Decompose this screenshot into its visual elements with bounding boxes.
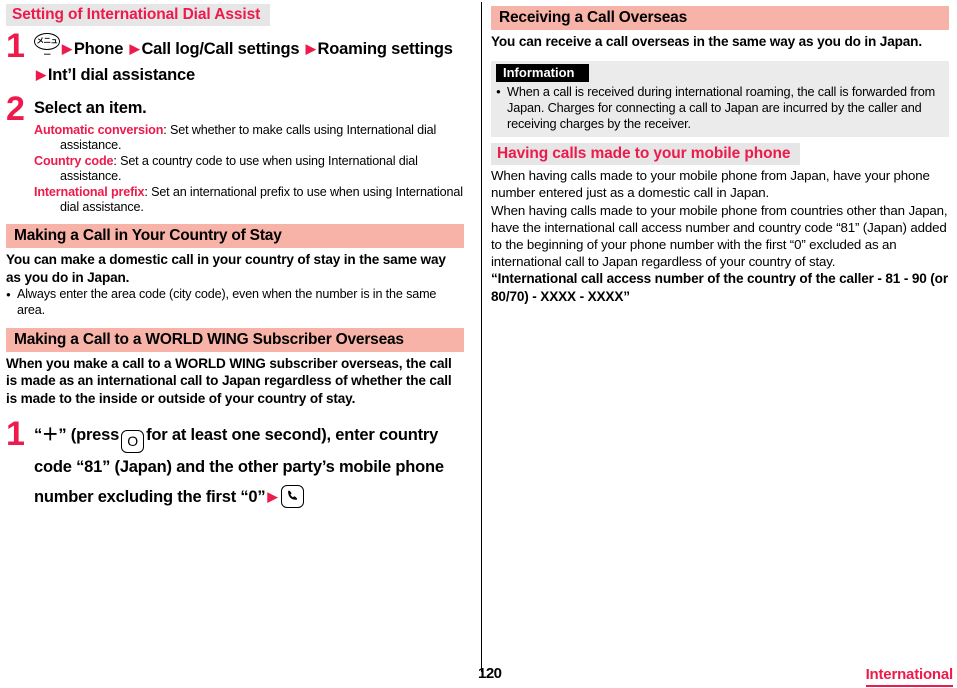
step-number: 1	[6, 415, 25, 454]
item-term: Country code	[34, 153, 114, 168]
call-key-icon	[281, 485, 305, 509]
step-number: 1	[6, 27, 25, 65]
heading-world-wing-subscriber: Making a Call to a WORLD WING Subscriber…	[6, 327, 464, 352]
item-term: International prefix	[34, 184, 145, 199]
information-box: Information When a call is received duri…	[491, 60, 949, 138]
page-number: 120	[478, 665, 502, 682]
step-2-item-list: Automatic conversion: Set whether to mak…	[34, 123, 464, 215]
footer-section-tag: International	[865, 666, 953, 687]
step-1-world-wing-text: “＋” (press Ofor at least one second), ent…	[34, 421, 464, 512]
information-bullet: When a call is received during internati…	[495, 84, 943, 133]
step-1-dial-assist: 1 メニュー ▶ Phone ▶ Call log/Call settings ▶ Ro…	[6, 29, 464, 88]
manual-page: Setting of International Dial Assist 1 メ…	[0, 0, 957, 688]
having-calls-para-3: “International call access number of the…	[491, 271, 948, 304]
having-calls-para-2: When having calls made to your mobile ph…	[491, 202, 948, 270]
menu-key-icon: メニュー	[34, 33, 60, 59]
step-1-part-1: Call log/Call settings	[141, 40, 300, 58]
domestic-call-bullet: Always enter the area code (city code), …	[6, 287, 464, 318]
right-column: Receiving a Call Overseas You can receiv…	[487, 0, 957, 305]
page-footer: 120 International	[0, 664, 957, 688]
heading-making-call-country-of-stay: Making a Call in Your Country of Stay	[6, 224, 464, 249]
step-2-select-item: 2 Select an item. Automatic conversion: …	[6, 92, 464, 215]
arrow-icon: ▶	[62, 41, 72, 56]
zero-key-icon: O	[121, 430, 145, 454]
information-title: Information	[496, 63, 589, 82]
heading-setting-international-dial-assist: Setting of International Dial Assist	[6, 4, 271, 26]
heading-having-calls-made: Having calls made to your mobile phone	[491, 143, 801, 166]
item-desc: : Set a country code to use when using I…	[60, 153, 418, 184]
arrow-icon: ▶	[267, 489, 278, 505]
list-item: Country code: Set a country code to use …	[34, 154, 464, 185]
zero-key-label: O	[127, 433, 138, 450]
domestic-call-body: You can make a domestic call in your cou…	[6, 252, 446, 285]
world-wing-body: When you make a call to a WORLD WING sub…	[6, 355, 452, 406]
step-1-part-0: Phone	[73, 40, 124, 58]
having-calls-para-1: When having calls made to your mobile ph…	[491, 168, 930, 201]
arrow-icon: ▶	[305, 41, 316, 56]
step-1-part-3: Int’l dial assistance	[47, 66, 195, 84]
menu-key-label: メニュー	[36, 35, 59, 59]
arrow-icon: ▶	[129, 41, 140, 56]
column-divider	[481, 2, 482, 672]
step-1-world-wing-dial: 1 “＋” (press Ofor at least one second), e…	[6, 417, 464, 512]
step-2-title: Select an item.	[34, 99, 147, 117]
list-item: International prefix: Set an internation…	[34, 185, 464, 216]
list-item: Automatic conversion: Set whether to mak…	[34, 123, 464, 154]
item-term: Automatic conversion	[34, 123, 164, 137]
step-1-text: メニュー ▶ Phone ▶ Call log/Call settings ▶ Roam…	[34, 33, 464, 88]
arrow-icon: ▶	[36, 67, 46, 82]
step-number: 2	[6, 90, 25, 128]
left-column: Setting of International Dial Assist 1 メ…	[0, 0, 472, 514]
step-1-part-2: Roaming settings	[317, 40, 453, 58]
receiving-call-body: You can receive a call overseas in the s…	[491, 34, 922, 49]
heading-receiving-call-overseas: Receiving a Call Overseas	[491, 6, 949, 30]
step-text-part-a: “＋” (press	[34, 426, 120, 445]
